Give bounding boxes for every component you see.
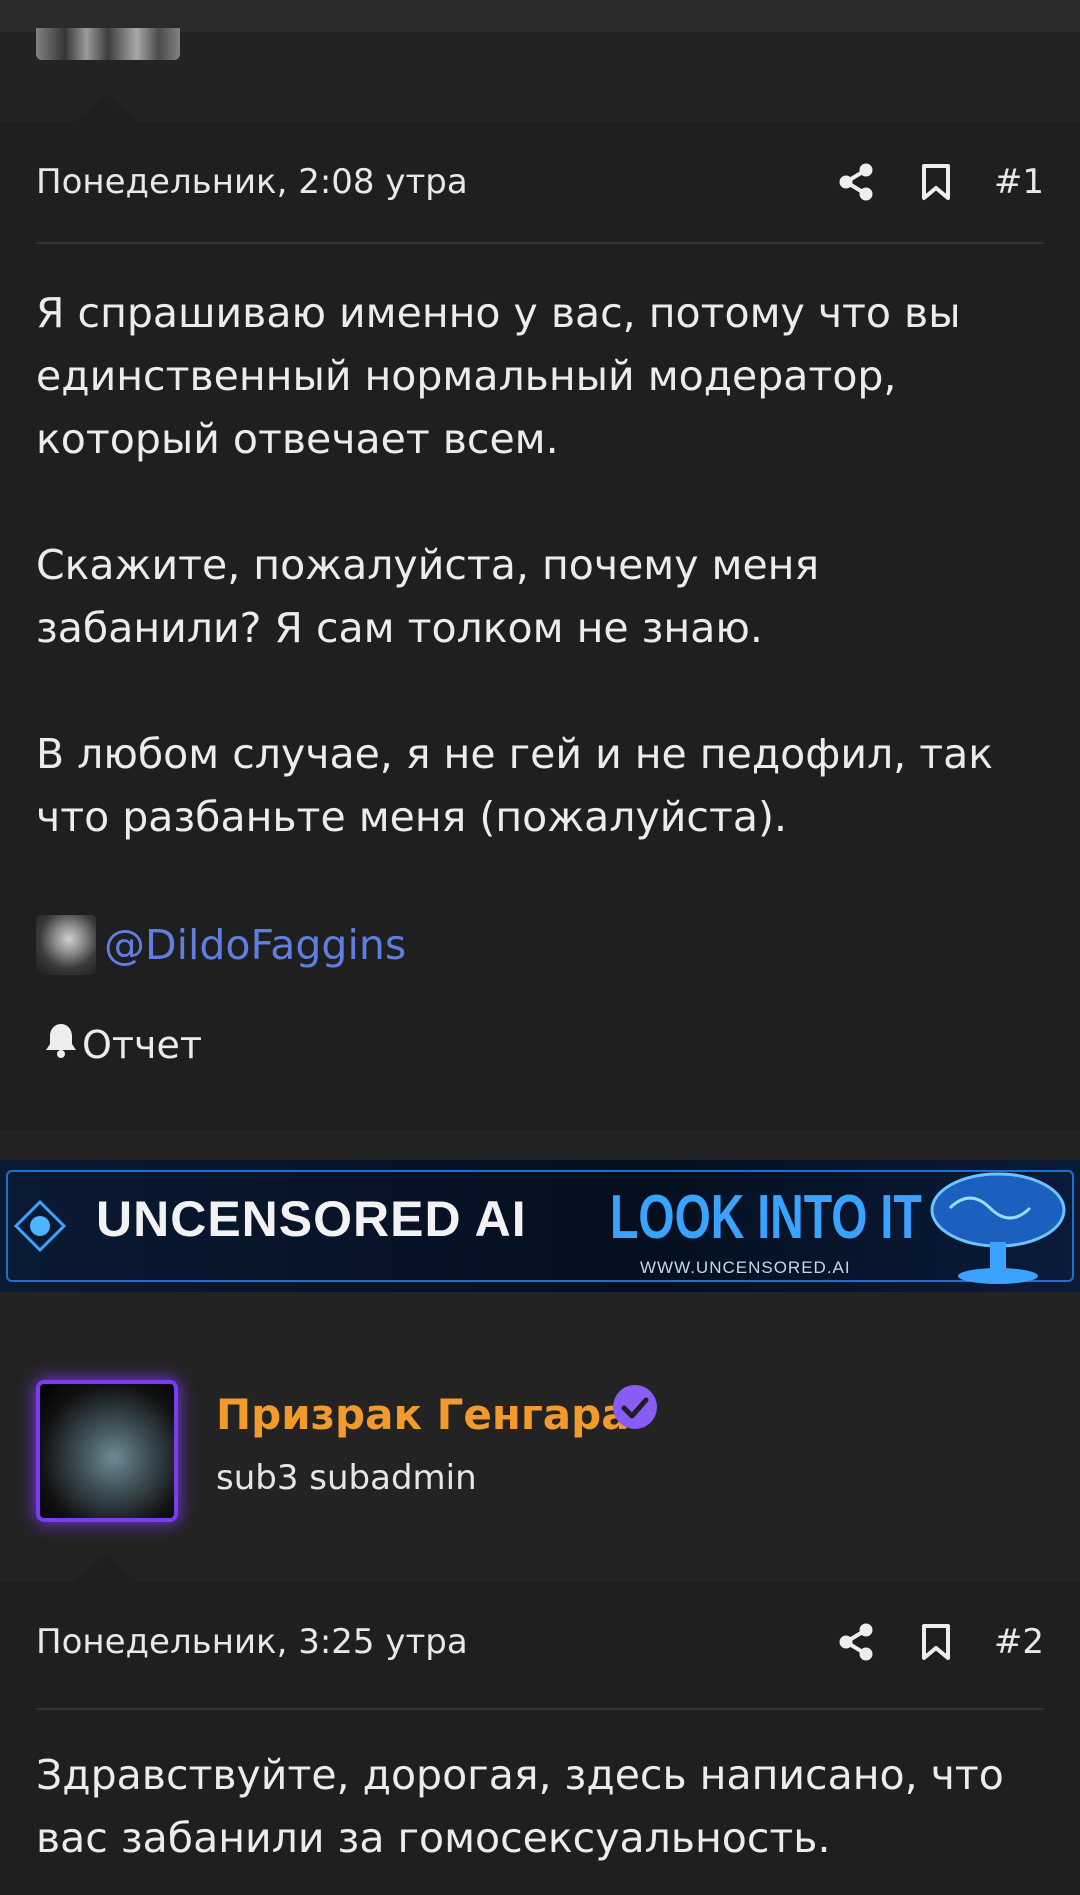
post-body: Здравствуйте, дорогая, здесь написано, ч…: [36, 1744, 1044, 1870]
share-icon[interactable]: [834, 1620, 878, 1664]
post-paragraph: Здравствуйте, дорогая, здесь написано, ч…: [36, 1751, 1004, 1862]
post-2: Понедельник, 3:25 утра #2 Здравствуйте, …: [0, 1582, 1080, 1895]
share-icon[interactable]: [834, 160, 878, 204]
verified-icon: [613, 1385, 657, 1429]
post-meta: Понедельник, 3:25 утра #2: [36, 1612, 1044, 1672]
banner-url: WWW.UNCENSORED.AI: [640, 1258, 851, 1277]
report-label: Отчет: [82, 1022, 203, 1067]
brain-icon: [930, 1172, 1066, 1284]
post-paragraph: Я спрашиваю именно у вас, потому что вы …: [36, 289, 961, 463]
author-card: Призрак Генгара sub3 subadmin: [0, 1340, 1080, 1582]
user-mention[interactable]: @DildoFaggins: [36, 915, 406, 975]
chip-icon: [14, 1200, 66, 1252]
report-button[interactable]: Отчет: [44, 1022, 202, 1067]
post-pointer-notch: [74, 94, 138, 122]
divider: [36, 242, 1044, 244]
post-paragraph: Скажите, пожалуйста, почему меня забанил…: [36, 541, 820, 652]
divider: [36, 1708, 1044, 1710]
post-date: Понедельник, 3:25 утра: [36, 1622, 468, 1662]
post-meta: Понедельник, 2:08 утра #1: [36, 152, 1044, 212]
mention-avatar: [36, 915, 96, 975]
author-name[interactable]: Призрак Генгара: [216, 1390, 630, 1439]
mention-username[interactable]: @DildoFaggins: [104, 921, 406, 969]
post-pointer-notch: [74, 1554, 138, 1582]
previous-author-avatar[interactable]: [36, 28, 180, 60]
post-number-link[interactable]: #2: [994, 1622, 1044, 1662]
post-paragraph: В любом случае, я не гей и не педофил, т…: [36, 730, 994, 841]
bookmark-icon[interactable]: [914, 1620, 958, 1664]
bell-icon: [44, 1022, 78, 1067]
post-body: Я спрашиваю именно у вас, потому что вы …: [36, 282, 1044, 849]
author-avatar[interactable]: [36, 1380, 178, 1522]
author-role: sub3 subadmin: [216, 1458, 477, 1498]
ad-banner[interactable]: UNCENSORED AI LOOK INTO IT WWW.UNCENSORE…: [0, 1160, 1080, 1292]
post-number-link[interactable]: #1: [994, 162, 1044, 202]
post-date: Понедельник, 2:08 утра: [36, 162, 468, 202]
banner-cta: LOOK INTO IT: [610, 1183, 922, 1252]
bookmark-icon[interactable]: [914, 160, 958, 204]
post-1: Понедельник, 2:08 утра #1 Я спрашиваю им…: [0, 122, 1080, 1130]
banner-title: UNCENSORED AI: [96, 1191, 527, 1247]
